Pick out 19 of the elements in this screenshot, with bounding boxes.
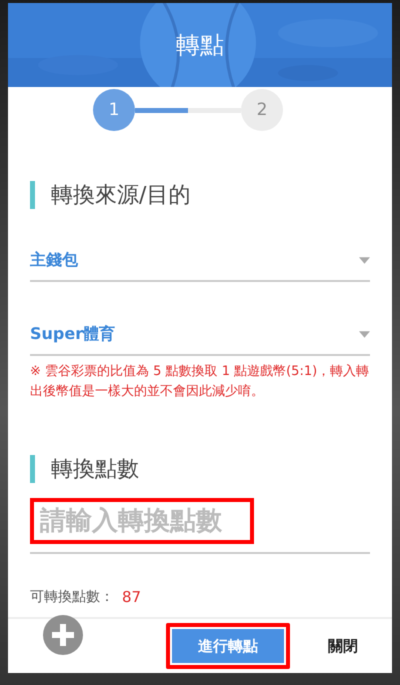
available-label: 可轉換點數：	[30, 588, 114, 606]
plus-icon	[43, 615, 83, 655]
dropdown-select[interactable]: Super體育	[30, 314, 370, 356]
available-value: 87	[122, 588, 142, 606]
caret-icon	[359, 256, 370, 264]
section-title: 轉換點數	[51, 456, 139, 484]
section-title: 轉換來源/目的	[51, 182, 190, 210]
dialog-title: 轉點	[176, 30, 224, 61]
section-accent-bar	[30, 455, 35, 483]
notice-text: ※ 雲谷彩票的比值為 5 點數換取 1 點遊戲幣(5:1)，轉入轉出後幣值是一樣大的並不會因此減少唷。	[30, 363, 370, 401]
section-accent-bar	[30, 181, 35, 209]
step-circle: 2	[241, 89, 283, 131]
add-button[interactable]	[43, 615, 83, 655]
close-button[interactable]: 關閉	[324, 628, 362, 664]
step-circle: 1	[93, 89, 135, 131]
amount-input-field[interactable]: 請輸入轉換點數	[30, 498, 254, 544]
transfer-button[interactable]: 進行轉點	[166, 623, 290, 669]
dropdown-select[interactable]: 主錢包	[30, 240, 370, 282]
caret-icon	[359, 330, 370, 338]
